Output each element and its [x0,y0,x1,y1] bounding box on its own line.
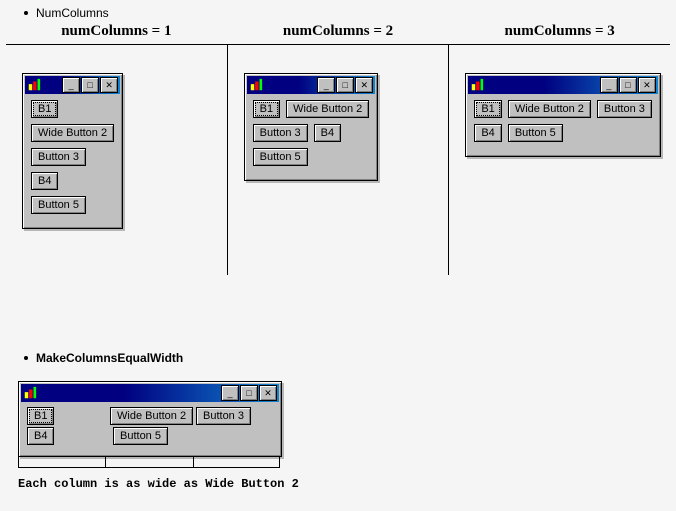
ruler-cell [18,457,105,468]
bullet-label: NumColumns [36,6,109,20]
ruler-cell [193,457,280,468]
window-controls: _ □ ✕ [221,385,277,401]
minimize-button[interactable]: _ [62,77,80,93]
minimize-button[interactable]: _ [317,77,335,93]
window-controls: _ □ ✕ [600,77,656,93]
equal-width-example: _ □ ✕ B1 Wide Button 2 Button 3 B4 Butto… [18,381,282,468]
titlebar: _ □ ✕ [247,76,376,94]
titlebar: _ □ ✕ [25,76,120,94]
column-3-header: numColumns = 3 [449,23,670,40]
close-button[interactable]: ✕ [638,77,656,93]
bullet-num-columns: NumColumns [0,0,676,20]
button-b1[interactable]: B1 [474,100,501,118]
button-b4[interactable]: B4 [27,427,54,445]
button-b5[interactable]: Button 5 [31,196,86,214]
button-b5[interactable]: Button 5 [508,124,563,142]
bullet-icon [24,11,28,15]
bullet-make-equal: MakeColumnsEqualWidth [0,345,676,365]
equal-width-caption: Each column is as wide as Wide Button 2 [18,477,676,491]
button-b1[interactable]: B1 [253,100,280,118]
window-body: B1 Wide Button 2 Button 3 B4 Button 5 [468,94,658,154]
button-wide2[interactable]: Wide Button 2 [508,100,591,118]
titlebar: _ □ ✕ [21,384,279,402]
button-b4[interactable]: B4 [31,172,58,190]
button-b4[interactable]: B4 [474,124,501,142]
app-icon [23,386,37,400]
app-icon [470,78,484,92]
button-b3[interactable]: Button 3 [597,100,652,118]
column-width-ruler [18,457,280,468]
column-1-header: numColumns = 1 [6,23,227,40]
maximize-button[interactable]: □ [336,77,354,93]
minimize-button[interactable]: _ [600,77,618,93]
column-2: numColumns = 2 _ □ ✕ B1 Wide [227,45,449,275]
titlebar: _ □ ✕ [468,76,658,94]
maximize-button[interactable]: □ [81,77,99,93]
column-2-header: numColumns = 2 [228,23,449,40]
button-b1[interactable]: B1 [31,100,58,118]
button-b1[interactable]: B1 [27,407,54,425]
button-wide2[interactable]: Wide Button 2 [110,407,193,425]
window-body: B1 Wide Button 2 Button 3 B4 Button 5 [247,94,376,178]
window-controls: _ □ ✕ [62,77,118,93]
sample-window-3col: _ □ ✕ B1 Wide Button 2 Button 3 B4 [465,73,661,157]
window-body: B1 Wide Button 2 Button 3 B4 Button 5 [21,402,279,454]
maximize-button[interactable]: □ [240,385,258,401]
sample-window-2col: _ □ ✕ B1 Wide Button 2 Button 3 B4 [244,73,379,181]
maximize-button[interactable]: □ [619,77,637,93]
window-body: B1 Wide Button 2 Button 3 B4 Button 5 [25,94,120,226]
button-b3[interactable]: Button 3 [31,148,86,166]
column-1: numColumns = 1 _ □ ✕ B1 Wide Button 2 [6,45,227,275]
button-b3[interactable]: Button 3 [196,407,251,425]
close-button[interactable]: ✕ [355,77,373,93]
ruler-cell [105,457,192,468]
close-button[interactable]: ✕ [259,385,277,401]
button-b5[interactable]: Button 5 [113,427,168,445]
columns-comparison-table: numColumns = 1 _ □ ✕ B1 Wide Button 2 [6,44,670,275]
window-controls: _ □ ✕ [317,77,373,93]
sample-window-1col: _ □ ✕ B1 Wide Button 2 Button 3 B4 Butto… [22,73,123,229]
button-b5[interactable]: Button 5 [253,148,308,166]
button-wide2[interactable]: Wide Button 2 [286,100,369,118]
button-wide2[interactable]: Wide Button 2 [31,124,114,142]
close-button[interactable]: ✕ [100,77,118,93]
button-b3[interactable]: Button 3 [253,124,308,142]
bullet-label: MakeColumnsEqualWidth [36,351,183,365]
sample-window-equal: _ □ ✕ B1 Wide Button 2 Button 3 B4 Butto… [18,381,282,457]
app-icon [249,78,263,92]
app-icon [27,78,41,92]
button-b4[interactable]: B4 [314,124,341,142]
bullet-icon [24,356,28,360]
column-3: numColumns = 3 _ □ ✕ B1 Wide [448,45,670,275]
minimize-button[interactable]: _ [221,385,239,401]
